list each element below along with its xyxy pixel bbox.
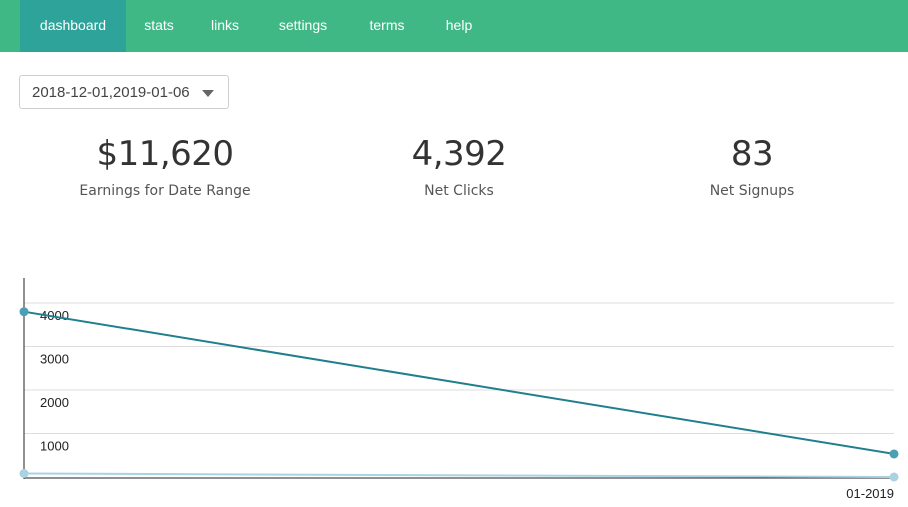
chevron-down-icon <box>202 90 214 97</box>
stat-clicks: 4,392 Net Clicks <box>329 130 589 200</box>
series-line-0 <box>23 310 895 455</box>
series-point-0 <box>889 449 899 459</box>
x-tick-label: 01-2019 <box>846 486 894 501</box>
y-tick-label: 3000 <box>40 352 69 367</box>
nav-terms[interactable]: terms <box>362 0 412 52</box>
stat-earnings-value: $11,620 <box>96 134 234 174</box>
date-range-select[interactable]: 2018-12-01,2019-01-06 <box>19 75 229 109</box>
stat-clicks-label: Net Clicks <box>424 183 494 199</box>
y-tick-label: 1000 <box>40 439 69 454</box>
y-tick-label: 2000 <box>40 395 69 410</box>
series-point-1 <box>889 472 899 482</box>
stat-signups: 83 Net Signups <box>622 130 882 200</box>
stat-signups-value: 83 <box>730 134 774 174</box>
stat-signups-label: Net Signups <box>709 183 795 199</box>
date-range-value: 2018-12-01,2019-01-06 <box>32 84 190 101</box>
stat-earnings-label: Earnings for Date Range <box>79 183 251 199</box>
clicks-line-chart: 100020003000400001-2019 <box>19 278 899 501</box>
series-point-0 <box>19 307 29 317</box>
series-line-1 <box>23 472 895 478</box>
nav-dashboard[interactable]: dashboard <box>20 0 126 52</box>
nav-stats[interactable]: stats <box>134 0 184 52</box>
series-point-1 <box>19 469 29 479</box>
nav-settings[interactable]: settings <box>270 0 336 52</box>
nav-help[interactable]: help <box>436 0 482 52</box>
stat-clicks-value: 4,392 <box>411 134 507 174</box>
top-navbar: dashboard stats links settings terms hel… <box>0 0 908 52</box>
nav-links[interactable]: links <box>203 0 247 52</box>
stat-earnings: $11,620 Earnings for Date Range <box>35 130 295 200</box>
